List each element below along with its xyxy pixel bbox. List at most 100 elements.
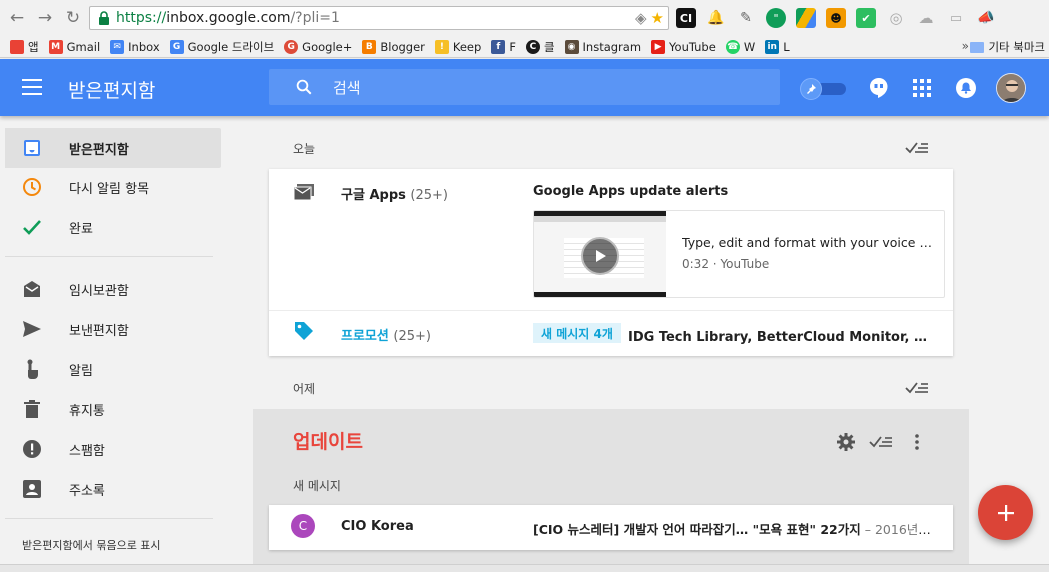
compose-fab-button[interactable] — [978, 485, 1033, 540]
sidebar-item-reminders[interactable]: 알림 — [5, 349, 221, 389]
sweep-done-icon[interactable] — [905, 380, 929, 396]
forward-icon[interactable]: → — [34, 7, 56, 29]
new-messages-badge: 새 메시지 4개 — [533, 323, 621, 343]
compass-extension-icon[interactable]: ◎ — [886, 8, 906, 28]
sidebar-item-label: 완료 — [69, 221, 93, 237]
bookmark-star-icon[interactable]: ★ — [651, 9, 664, 27]
spam-icon — [22, 439, 42, 459]
sender-avatar: C — [291, 514, 315, 538]
tag-icon — [293, 320, 315, 342]
bookmark-keep[interactable]: ! Keep — [434, 39, 481, 54]
blogger-icon: B — [362, 39, 377, 54]
evernote-extension-icon[interactable]: ✔ — [856, 8, 876, 28]
sidebar-divider — [5, 256, 213, 257]
address-bar[interactable]: https://inbox.google.com/?pli=1 ◈ ★ — [89, 6, 669, 30]
list-item[interactable]: C CIO Korea [CIO 뉴스레터] 개발자 언어 따라잡기… "모욕 … — [269, 505, 953, 550]
sidebar-item-label: 받은편지함 — [69, 142, 129, 158]
inbox-icon — [22, 138, 42, 158]
today-card: 구글 Apps (25+) Google Apps update alerts … — [269, 169, 953, 356]
video-thumbnail — [534, 211, 666, 297]
bookmark-blogger[interactable]: B Blogger — [362, 39, 425, 54]
whatsapp-icon: ☎ — [725, 39, 740, 54]
reminder-icon — [22, 359, 42, 379]
circle-c-icon: C — [525, 39, 540, 54]
section-yesterday-label: 어제 — [293, 382, 316, 396]
folder-icon — [970, 41, 985, 53]
page-title: 받은편지함 — [68, 80, 156, 102]
bookmark-instagram[interactable]: ◉ Instagram — [564, 39, 641, 54]
sidebar-item-label: 주소록 — [69, 483, 105, 499]
bell-extension-icon[interactable]: 🔔 — [706, 8, 726, 28]
bookmarks-bar: 앱 M Gmail ✉ Inbox G Google 드라이브 G Google+ BB… — [0, 36, 1049, 58]
drive-extension-icon[interactable] — [796, 8, 816, 28]
hangouts-extension-icon[interactable]: " — [766, 8, 786, 28]
sidebar-item-done[interactable]: 완료 — [5, 207, 221, 247]
apps-grid-icon[interactable] — [911, 77, 933, 99]
promo-row[interactable]: 프로모션 (25+) 새 메시지 4개 IDG Tech Library, Be… — [269, 311, 953, 356]
pinned-toggle[interactable] — [800, 78, 846, 100]
bookmark-googleplus[interactable]: G Google+ — [284, 39, 352, 54]
announce-extension-icon[interactable]: 📣 — [976, 8, 996, 28]
sidebar-item-inbox[interactable]: 받은편지함 — [5, 128, 221, 168]
bookmark-apps[interactable]: 앱 — [10, 39, 39, 55]
face-extension-icon[interactable]: ☻ — [826, 8, 846, 28]
drafts-icon — [22, 279, 42, 299]
linkedin-icon: in — [765, 39, 780, 54]
bundle-title: 업데이트 — [293, 431, 363, 453]
bookmark-klab[interactable]: C클 — [525, 39, 555, 55]
clock-icon — [22, 177, 42, 197]
sidebar-item-contacts[interactable]: 주소록 — [5, 469, 221, 509]
cloud-extension-icon[interactable]: ☁ — [916, 8, 936, 28]
hamburger-menu-icon[interactable] — [22, 79, 42, 95]
url-host: inbox.google.com — [166, 10, 291, 26]
reload-icon[interactable]: ↻ — [62, 7, 84, 29]
search-placeholder: 검색 — [333, 78, 361, 97]
youtube-icon: ▶ — [651, 39, 666, 54]
ci-extension-icon[interactable]: CI — [676, 8, 696, 28]
apps-row[interactable]: 구글 Apps (25+) Google Apps update alerts … — [269, 169, 953, 310]
show-bundles-link[interactable]: 받은편지함에서 묶음으로 표시 — [22, 537, 161, 553]
sweep-done-icon[interactable] — [905, 140, 929, 156]
sidebar-item-sent[interactable]: 보낸편지함 — [5, 309, 221, 349]
video-attachment[interactable]: Type, edit and format with your voice in… — [533, 210, 945, 298]
cast-extension-icon[interactable]: ▭ — [946, 8, 966, 28]
bookmarks-overflow-button[interactable]: » — [962, 39, 969, 53]
facebook-icon: f — [491, 39, 506, 54]
updates-bundle: 업데이트 새 메시지 C CIO Korea [CIO 뉴스레터] 개발자 언어… — [253, 409, 969, 572]
email-subject: [CIO 뉴스레터] 개발자 언어 따라잡기… "모욕 표현" 22가지 – 2… — [533, 522, 933, 537]
avatar[interactable] — [996, 73, 1026, 103]
sidebar-item-snoozed[interactable]: 다시 알림 항목 — [5, 167, 221, 207]
sidebar-item-label: 다시 알림 항목 — [69, 181, 150, 197]
settings-gear-icon[interactable] — [835, 431, 857, 453]
pen-extension-icon[interactable]: ✎ — [736, 8, 756, 28]
bookmark-whatsapp[interactable]: ☎ W — [725, 39, 755, 54]
sweep-done-icon[interactable] — [869, 434, 893, 450]
back-icon[interactable]: ← — [6, 7, 28, 29]
bookmark-facebook[interactable]: fF — [491, 39, 516, 54]
more-vert-icon[interactable] — [906, 431, 928, 453]
bookmark-drive[interactable]: G Google 드라이브 — [169, 39, 274, 55]
bookmark-youtube[interactable]: ▶ YouTube — [651, 39, 716, 54]
gmail-icon: M — [48, 39, 63, 54]
bundle-section-label: 새 메시지 — [293, 479, 341, 493]
url-scheme: https:// — [116, 10, 167, 26]
bookmark-gmail[interactable]: M Gmail — [48, 39, 100, 54]
hangouts-icon[interactable] — [868, 77, 890, 99]
notifications-bell-icon[interactable] — [955, 77, 977, 99]
sidebar-item-label: 휴지통 — [69, 403, 105, 419]
search-input[interactable]: 검색 — [269, 69, 780, 105]
sidebar-item-label: 스팸함 — [69, 443, 105, 459]
sidebar: 받은편지함 다시 알림 항목 완료 임시보관함 보낸편지함 알림 휴지통 스팸함… — [0, 116, 233, 572]
other-bookmarks-folder[interactable]: 기타 북마크 — [970, 39, 1045, 55]
bookmark-linkedin[interactable]: in L — [765, 39, 790, 54]
plus-icon — [997, 504, 1014, 521]
bookmark-inbox[interactable]: ✉ Inbox — [110, 39, 160, 54]
sidebar-item-trash[interactable]: 휴지통 — [5, 389, 221, 429]
translate-icon[interactable]: ◈ — [635, 9, 647, 27]
mail-stack-icon — [293, 181, 315, 203]
sidebar-item-spam[interactable]: 스팸함 — [5, 429, 221, 469]
sidebar-item-drafts[interactable]: 임시보관함 — [5, 269, 221, 309]
instagram-icon: ◉ — [564, 39, 579, 54]
trash-icon — [22, 399, 42, 419]
sidebar-item-label: 보낸편지함 — [69, 323, 129, 339]
